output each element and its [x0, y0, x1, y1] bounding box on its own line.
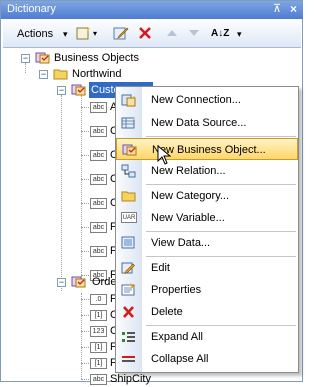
context-menu: New Connection... New Data Source... New… [115, 86, 299, 373]
menu-label: Expand All [151, 331, 203, 343]
root-collapse-toggle[interactable]: − [21, 54, 30, 63]
menu-item-collapse-all[interactable]: Collapse All [116, 348, 298, 370]
menu-item-view-data[interactable]: View Data... [116, 232, 298, 254]
menu-item-new-variable[interactable]: UAR New Variable... [116, 207, 298, 229]
close-icon[interactable]: × [290, 2, 297, 16]
order-field-6[interactable]: ShipCity [110, 371, 151, 387]
datetime-field-icon: [1] [90, 310, 107, 321]
new-connection-icon [121, 94, 136, 107]
menu-item-new-relation[interactable]: New Relation... [116, 160, 298, 182]
new-business-object-icon [122, 144, 137, 156]
number-field-icon: 123 [90, 326, 107, 337]
datetime-field-icon: [1] [90, 358, 107, 369]
edit-toolbar-icon[interactable] [113, 25, 129, 43]
business-object-icon [71, 276, 86, 288]
new-data-source-icon [121, 116, 135, 129]
toolbar: Actions ▾ ▾ A↓Z ▾ [3, 21, 301, 48]
menu-label: New Data Source... [151, 117, 247, 129]
northwind-collapse-toggle[interactable]: − [39, 70, 48, 79]
pin-icon[interactable]: ⊼ [273, 2, 281, 15]
string-field-icon: abc [90, 174, 107, 185]
tree-orders[interactable]: Orde [92, 274, 116, 290]
folder-icon [53, 69, 68, 80]
sort-icon[interactable]: A↓Z [211, 25, 229, 43]
menu-separator [146, 136, 296, 137]
string-field-icon: abc [90, 126, 107, 137]
menu-label: Properties [151, 284, 202, 296]
menu-item-new-data-source[interactable]: New Data Source... [116, 112, 298, 134]
tree-root-business-objects[interactable]: Business Objects [54, 50, 139, 66]
menu-label: View Data... [151, 237, 211, 249]
delete-icon [123, 306, 134, 318]
properties-icon [121, 283, 135, 296]
menu-label: New Category... [151, 190, 230, 202]
view-data-icon [121, 236, 135, 249]
string-field-icon: abc [90, 102, 107, 113]
edit-icon [121, 262, 135, 275]
delete-toolbar-icon[interactable] [137, 25, 153, 43]
menu-item-new-category[interactable]: New Category... [116, 185, 298, 207]
string-field-icon: abc [90, 374, 107, 385]
integer-field-icon: .0 [90, 294, 107, 305]
menu-label: New Variable... [151, 212, 225, 224]
string-field-icon: abc [90, 222, 107, 233]
actions-caret-icon[interactable]: ▾ [63, 25, 68, 43]
menu-label: Delete [151, 306, 183, 318]
variable-icon: UAR [121, 212, 137, 223]
mouse-cursor-icon [157, 145, 171, 165]
menu-label: Edit [151, 262, 170, 274]
menu-item-expand-all[interactable]: Expand All [116, 326, 298, 348]
menu-item-edit[interactable]: Edit [116, 257, 298, 279]
expand-all-icon [122, 332, 135, 342]
string-field-icon: abc [90, 198, 107, 209]
actions-menu-button[interactable]: Actions [17, 25, 53, 43]
actions-label: Actions [17, 28, 54, 40]
new-item-icon[interactable] [75, 25, 91, 43]
datetime-field-icon: [1] [90, 342, 107, 353]
business-objects-icon [35, 52, 50, 64]
menu-label: New Connection... [151, 94, 241, 106]
business-object-icon [71, 84, 86, 96]
new-relation-icon [121, 164, 136, 178]
menu-label: Collapse All [151, 353, 209, 365]
dictionary-panel: Dictionary ⊼ × Actions ▾ ▾ A↓Z ▾ − Busin… [0, 0, 303, 385]
menu-item-new-business-object[interactable]: New Business Object... [116, 138, 298, 160]
folder-icon [121, 191, 136, 202]
string-field-icon: abc [90, 246, 107, 257]
move-down-icon[interactable] [187, 25, 201, 43]
orders-collapse-toggle[interactable]: − [57, 278, 66, 287]
sort-caret-icon[interactable]: ▾ [237, 25, 242, 43]
menu-item-properties[interactable]: Properties [116, 279, 298, 301]
panel-title-bar: Dictionary ⊼ × [1, 1, 303, 19]
panel-title: Dictionary [7, 3, 56, 15]
menu-item-delete[interactable]: Delete [116, 301, 298, 323]
customers-collapse-toggle[interactable]: − [57, 86, 66, 95]
move-up-icon[interactable] [165, 25, 179, 43]
new-item-caret-icon[interactable]: ▾ [93, 25, 97, 43]
collapse-all-icon [122, 356, 135, 362]
tree-northwind[interactable]: Northwind [72, 66, 122, 82]
string-field-icon: abc [90, 150, 107, 161]
menu-item-new-connection[interactable]: New Connection... [116, 89, 298, 111]
